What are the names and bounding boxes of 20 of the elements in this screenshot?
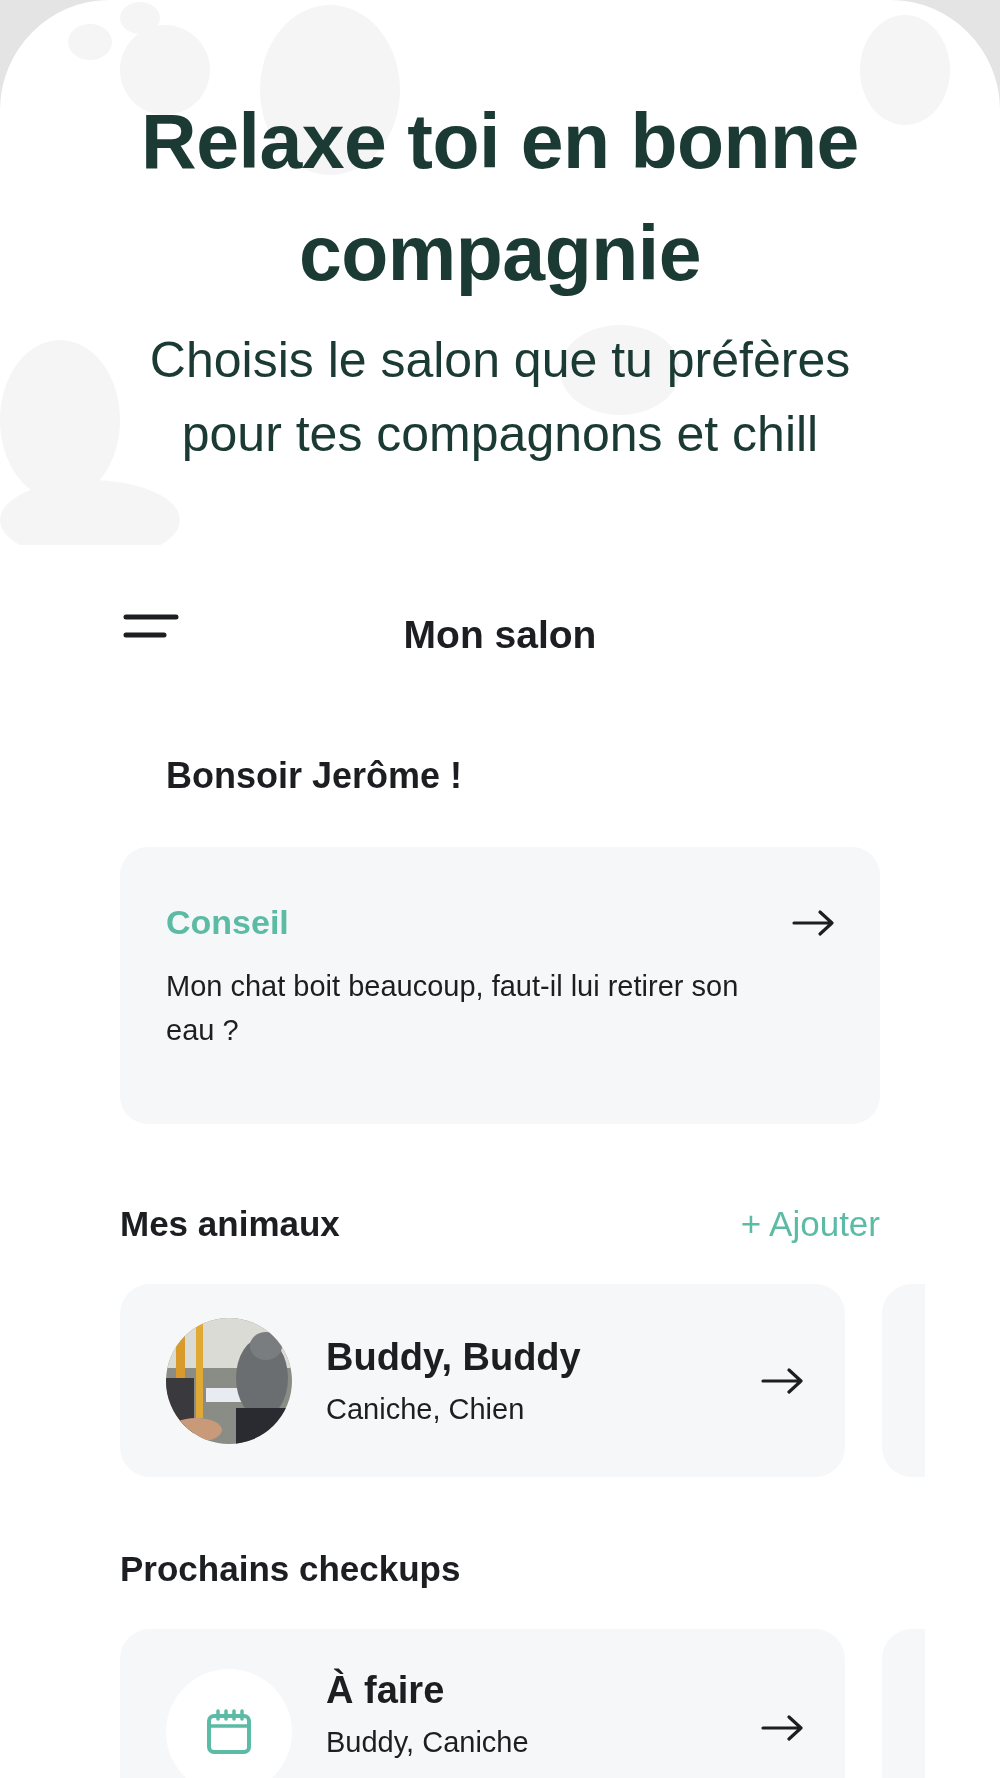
section-title: Mes animaux: [120, 1204, 340, 1244]
checkup-status: À faire: [326, 1669, 446, 1712]
headline: Relaxe toi en bonne compagnie: [140, 97, 860, 298]
pet-details: Caniche, Chien: [326, 1392, 526, 1426]
checkup-details: Buddy, Caniche: [326, 1726, 530, 1759]
pet-card[interactable]: Buddy, Buddy Caniche, Chien: [120, 1284, 845, 1477]
arrow-icon[interactable]: [761, 1366, 805, 1395]
subheadline: Choisis le salon que tu préfères pour tes compagnons et chill: [148, 331, 852, 464]
section-title: Prochains checkups: [120, 1549, 461, 1589]
arrow-icon[interactable]: [792, 908, 836, 937]
checkup-card[interactable]: À faire Buddy, Caniche: [120, 1629, 845, 1778]
pet-name: Buddy, Buddy: [326, 1335, 582, 1379]
screen-title: Mon salon: [403, 613, 597, 657]
arrow-icon[interactable]: [761, 1714, 805, 1742]
tip-card[interactable]: Conseil Mon chat boit beaucoup, faut-il lui retirer son eau ?: [120, 847, 880, 1124]
tip-label: Conseil: [166, 903, 289, 942]
menu-icon[interactable]: [123, 613, 179, 639]
tip-text: Mon chat boit beaucoup, faut-il lui retirer son eau ?: [166, 969, 740, 1048]
greeting: Bonsoir Jerôme !: [166, 755, 464, 797]
calendar-icon: [205, 1708, 253, 1756]
